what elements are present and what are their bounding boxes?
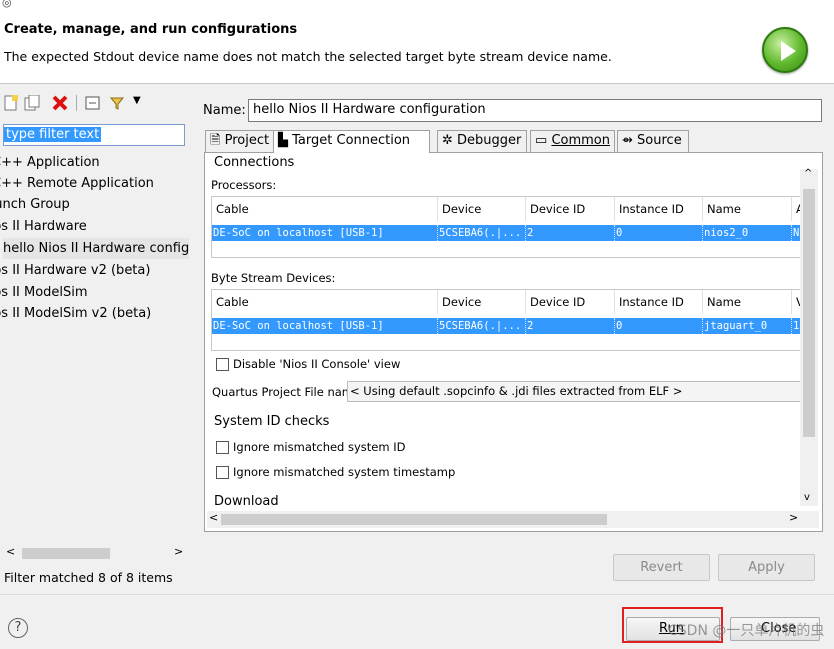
cell: 0 [615,225,703,241]
tree-item[interactable]: Nios II Hardware v2 (beta) [0,260,168,281]
tab-common[interactable]: ▭ Common [530,130,615,152]
panel-vertical-scrollbar[interactable]: ^ v [800,168,818,506]
cell: 5CSEBA6(.|... [438,225,526,241]
scroll-right-icon[interactable]: > [789,511,798,524]
cell: DE-SoC on localhost [USB-1] [212,225,438,241]
scroll-thumb[interactable] [22,548,110,559]
column-header[interactable]: Device [438,290,526,314]
column-header[interactable]: Instance ID [615,290,703,314]
watermark: CSDN @一只单片机的虫 [668,623,825,639]
tree-item-selected[interactable]: hello Nios II Hardware configuration [3,238,189,259]
dialog-message: The expected Stdout device name does not… [4,49,612,64]
run-icon [762,27,808,73]
new-configuration-icon[interactable] [3,95,19,111]
disable-console-label: Disable 'Nios II Console' view [233,357,401,371]
filter-status: Filter matched 8 of 8 items [4,570,173,585]
configuration-tree: C++ Application C++ Remote Application L… [0,152,190,532]
column-header[interactable]: Device ID [526,197,615,221]
processors-table: Cable Device Device ID Instance ID Name … [211,196,801,258]
tab-debugger[interactable]: ✲ Debugger [437,130,527,152]
scroll-up-icon[interactable]: ^ [804,168,812,179]
help-icon[interactable]: ? [8,618,28,638]
dialog-title: Create, manage, and run configurations [4,22,298,37]
tree-item[interactable]: Nios II ModelSim [0,282,168,303]
name-input[interactable]: hello Nios II Hardware configuration [248,99,822,122]
column-header[interactable]: Device [438,197,526,221]
tree-item[interactable]: C++ Application [0,152,180,173]
column-header[interactable]: Instance ID [615,197,703,221]
left-horizontal-scrollbar[interactable]: < > [0,545,190,562]
name-label: Name: [203,103,246,118]
quartus-file-field[interactable]: < Using default .sopcinfo & .jdi files e… [347,381,801,402]
common-icon: ▭ [535,133,548,148]
ignore-sysid-checkbox[interactable] [216,441,229,454]
column-header[interactable]: Device ID [526,290,615,314]
column-header[interactable]: Name [703,290,792,314]
scroll-left-icon[interactable]: < [209,511,218,524]
tab-source[interactable]: ⇴ Source [617,130,689,152]
bottom-divider [0,594,834,595]
scroll-left-icon[interactable]: < [6,545,15,558]
filter-input[interactable]: type filter text [3,124,185,146]
toolbar-divider [76,95,77,111]
ignore-timestamp-label: Ignore mismatched system timestamp [233,465,456,479]
cell: 0 [615,318,703,334]
connections-section: Connections [214,155,295,170]
cell: 2 [526,318,615,334]
scroll-thumb[interactable] [803,189,815,437]
download-section: Download [214,494,279,509]
byte-stream-label: Byte Stream Devices: [211,271,336,285]
byte-stream-table: Cable Device Device ID Instance ID Name … [211,289,801,351]
delete-icon[interactable] [52,95,68,111]
project-icon: 🗎 [210,133,221,148]
apply-button[interactable]: Apply [718,554,815,581]
cell: jtaguart_0 [703,318,792,334]
table-row[interactable]: DE-SoC on localhost [USB-1] 5CSEBA6(.|..… [212,318,800,334]
target-connection-icon: ▙ [278,133,288,148]
panel-horizontal-scrollbar[interactable]: < > [207,511,819,528]
tree-item[interactable]: Launch Group [0,194,167,215]
tab-project[interactable]: 🗎 Project [205,130,274,152]
disable-console-checkbox[interactable] [216,358,229,371]
duplicate-icon[interactable] [24,94,40,111]
tree-item[interactable]: Nios II ModelSim v2 (beta) [0,303,168,324]
dialog-header [0,0,834,84]
filter-icon[interactable] [109,95,125,111]
cell: DE-SoC on localhost [USB-1] [212,318,438,334]
table-row[interactable]: DE-SoC on localhost [USB-1] 5CSEBA6(.|..… [212,225,800,241]
source-icon: ⇴ [622,133,633,148]
column-header[interactable]: Cable [212,197,438,221]
scroll-thumb[interactable] [221,514,607,525]
column-header[interactable]: Name [703,197,792,221]
tab-target-connection[interactable]: ▙ Target Connection [273,130,430,153]
ignore-sysid-label: Ignore mismatched system ID [233,440,406,454]
debugger-bug-icon: ✲ [442,133,453,148]
cell: nios2_0 [703,225,792,241]
processors-label: Processors: [211,178,277,192]
view-menu-chevron-down-icon[interactable]: ▼ [133,95,141,106]
ignore-timestamp-checkbox[interactable] [216,466,229,479]
revert-button[interactable]: Revert [613,554,710,581]
window-title-fragment: ◎ [2,0,26,9]
cell: 2 [526,225,615,241]
scroll-down-icon[interactable]: v [804,492,810,503]
cell: 5CSEBA6(.|... [438,318,526,334]
system-id-section: System ID checks [214,414,330,429]
column-header[interactable]: Cable [212,290,438,314]
scroll-right-icon[interactable]: > [174,545,183,558]
collapse-all-icon[interactable] [85,95,101,111]
tree-item[interactable]: C++ Remote Application [0,173,180,194]
tree-item[interactable]: Nios II Hardware [0,216,168,237]
quartus-label: Quartus Project File name: [212,385,364,399]
